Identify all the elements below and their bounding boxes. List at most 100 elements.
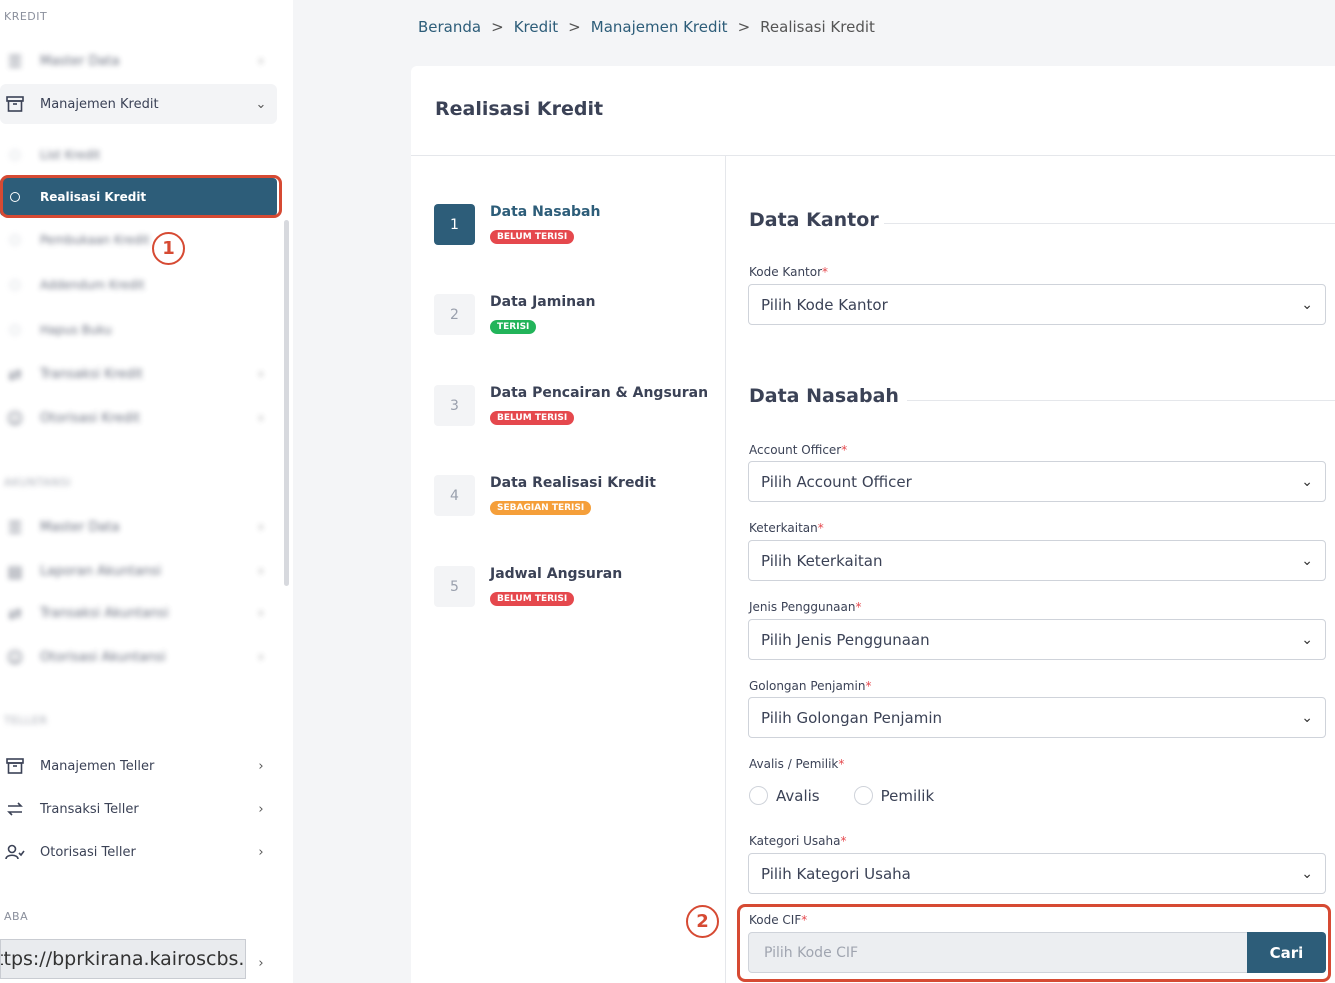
sidebar-item-label: Master Data [40,519,120,535]
select-kategori-usaha[interactable]: Pilih Kategori Usaha ⌄ [748,853,1326,894]
sidebar-subitem-label: Addendum Kredit [40,278,145,292]
sidebar-subitem-list-kredit[interactable]: List Kredit [0,136,277,174]
sidebar-item-laporan-akuntansi[interactable]: ▤ Laporan Akuntansi › [0,551,277,591]
status-badge: BELUM TERISI [490,592,575,606]
required-mark: * [841,443,848,457]
chevron-down-icon: ⌄ [1301,552,1313,569]
sidebar-item-transaksi-kredit[interactable]: ⇄ Transaksi Kredit › [0,354,277,394]
sidebar-item-label: Manajemen Teller [40,758,155,774]
label-avalis-pemilik: Avalis / Pemilik* [749,757,844,771]
sidebar-item-transaksi-teller[interactable]: Transaksi Teller › [0,789,277,829]
breadcrumb-separator: > [491,18,504,36]
chevron-right-icon: › [258,955,264,971]
label-text: Account Officer [749,443,842,457]
status-badge: BELUM TERISI [490,411,575,425]
chevron-right-icon: › [258,563,264,579]
section-label-kredit: KREDIT [4,10,48,23]
page-title: Realisasi Kredit [435,98,604,120]
sidebar-item-otorisasi-kredit[interactable]: ☺ Otorisasi Kredit › [0,398,277,438]
select-golongan-penjamin[interactable]: Pilih Golongan Penjamin ⌄ [748,697,1326,738]
sidebar-scrollbar[interactable] [284,220,289,586]
status-badge: BELUM TERISI [490,230,575,244]
step-data-realisasi[interactable]: 4 Data Realisasi Kredit SEBAGIAN TERISI [434,475,656,516]
sidebar-item-otorisasi-teller[interactable]: Otorisasi Teller › [0,832,277,872]
label-text: Jenis Penggunaan [749,600,856,614]
label-text: Kategori Usaha [749,834,841,848]
select-value: Pilih Kategori Usaha [761,864,911,883]
sidebar-item-label: Laporan Akuntansi [40,563,162,579]
sidebar-subitem-label: List Kredit [40,148,101,162]
circle-icon [10,150,20,160]
label-text: Golongan Penjamin [749,679,866,693]
step-data-jaminan[interactable]: 2 Data Jaminan TERISI [434,294,596,335]
sidebar-subitem-label: Hapus Buku [40,323,112,337]
transfer-icon: ⇄ [8,364,22,384]
chevron-right-icon: › [258,605,264,621]
section-line [884,223,1335,224]
section-line [907,400,1335,401]
sidebar-item-master-data[interactable]: ☰ Master Data › [0,41,277,81]
label-kode-kantor: Kode Kantor* [749,265,828,279]
sidebar-item-label: Transaksi Akuntansi [40,605,169,621]
user-check-icon: ☺ [6,647,24,667]
archive-icon [2,94,28,114]
section-label-teller: TELLER [4,714,48,727]
section-heading-data-nasabah: Data Nasabah [749,385,899,407]
sidebar-item-label: Manajemen Kredit [40,96,159,112]
sidebar-item-transaksi-akuntansi[interactable]: ⇄ Transaksi Akuntansi › [0,593,277,633]
sidebar-subitem-hapus-buku[interactable]: Hapus Buku [0,311,277,349]
label-kategori-usaha: Kategori Usaha* [749,834,847,848]
realisasi-card: Realisasi Kredit 1 Data Nasabah BELUM TE… [411,66,1335,983]
label-account-officer: Account Officer* [749,443,847,457]
status-badge: TERISI [490,320,537,334]
chevron-right-icon: › [258,758,264,774]
step-jadwal-angsuran[interactable]: 5 Jadwal Angsuran BELUM TERISI [434,566,622,607]
radio-label-avalis[interactable]: Avalis [776,787,820,805]
select-kode-kantor[interactable]: Pilih Kode Kantor ⌄ [748,284,1326,325]
sidebar-item-otorisasi-akuntansi[interactable]: ☺ Otorisasi Akuntansi › [0,637,277,677]
sidebar-subitem-pembukaan-kredit[interactable]: Pembukaan Kredit [0,221,277,259]
report-icon: ▤ [7,561,23,581]
radio-group-avalis-pemilik: Avalis Pemilik [749,786,934,805]
radio-pemilik[interactable] [853,786,873,805]
select-account-officer[interactable]: Pilih Account Officer ⌄ [748,461,1326,502]
chevron-right-icon: › [258,519,264,535]
sidebar-item-manajemen-teller[interactable]: Manajemen Teller › [0,746,277,786]
step-title: Jadwal Angsuran [490,566,623,582]
required-mark: * [838,757,845,771]
chevron-down-icon: ⌄ [1301,709,1313,726]
radio-avalis[interactable] [749,786,768,805]
breadcrumb-beranda[interactable]: Beranda [418,18,481,36]
sidebar-subitem-addendum-kredit[interactable]: Addendum Kredit [0,266,277,304]
select-keterkaitan[interactable]: Pilih Keterkaitan ⌄ [748,540,1326,581]
status-bar-url: https://bprkirana.kairoscbs.id [0,939,246,979]
user-check-icon: ☺ [6,408,24,428]
circle-icon [10,325,20,335]
step-title: Data Realisasi Kredit [490,475,656,491]
section-heading-text: Data Nasabah [749,385,899,407]
sidebar-item-label: Otorisasi Akuntansi [40,649,166,665]
select-value: Pilih Golongan Penjamin [761,708,943,727]
required-mark: * [817,521,824,535]
breadcrumb-current: Realisasi Kredit [760,18,875,36]
label-text: Keterkaitan [749,521,818,535]
sidebar-item-manajemen-kredit[interactable]: Manajemen Kredit ⌄ [0,84,277,124]
select-jenis-penggunaan[interactable]: Pilih Jenis Penggunaan ⌄ [748,619,1326,660]
required-mark: * [840,834,847,848]
sidebar-subitem-label: Pembukaan Kredit [40,233,150,247]
step-data-pencairan[interactable]: 3 Data Pencairan & Angsuran BELUM TERISI [434,385,708,426]
breadcrumb-kredit[interactable]: Kredit [514,18,558,36]
step-data-nasabah[interactable]: 1 Data Nasabah BELUM TERISI [434,204,600,245]
sidebar-item-akuntansi-master-data[interactable]: ☰ Master Data › [0,507,277,547]
step-number: 1 [434,204,475,245]
sidebar-item-label: Otorisasi Teller [40,844,136,860]
label-text: Kode Kantor [749,265,823,279]
section-heading-data-kantor: Data Kantor [749,209,879,231]
database-icon: ☰ [7,51,23,71]
breadcrumb-manajemen-kredit[interactable]: Manajemen Kredit [591,18,728,36]
circle-icon [10,280,20,290]
radio-label-pemilik[interactable]: Pemilik [881,787,935,805]
chevron-right-icon: › [258,801,264,817]
chevron-down-icon: ⌄ [255,96,267,112]
label-golongan-penjamin: Golongan Penjamin* [749,679,871,693]
